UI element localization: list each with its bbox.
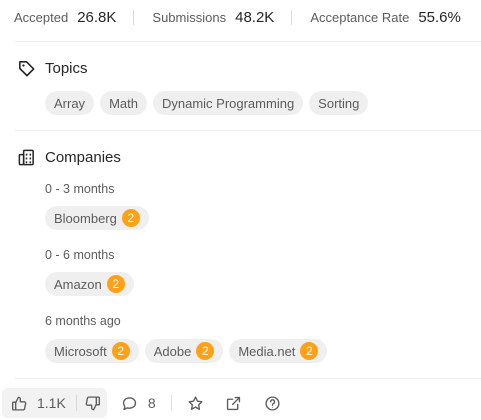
stat-accepted: Accepted 26.8K — [14, 9, 116, 26]
comment-count: 8 — [147, 395, 156, 411]
tag-icon — [19, 61, 35, 77]
stat-value: 55.6% — [418, 8, 461, 26]
topic-tag[interactable]: Dynamic Programming — [152, 91, 304, 115]
count-badge: 2 — [300, 342, 319, 360]
company-tag-microsoft[interactable]: Microsoft 2 — [45, 339, 139, 363]
company-name: Adobe — [153, 343, 192, 359]
topic-tag[interactable]: Array — [45, 91, 95, 115]
topic-tags: Array Math Dynamic Programming Sorting — [45, 91, 369, 115]
company-name: Microsoft — [54, 343, 107, 359]
topics-header[interactable]: Topics — [17, 59, 88, 78]
topics-title: Topics — [45, 60, 88, 77]
company-tags: Bloomberg 2 — [45, 206, 149, 230]
stat-label: Acceptance Rate — [310, 9, 410, 25]
company-tags: Amazon 2 — [45, 272, 134, 296]
count-badge: 2 — [121, 209, 140, 227]
help-button[interactable] — [264, 395, 281, 412]
period-label: 0 - 3 months — [45, 182, 115, 196]
help-icon — [265, 395, 280, 411]
company-tags: Microsoft 2 Adobe 2 Media.net 2 — [45, 339, 328, 363]
divider — [133, 9, 135, 25]
divider — [291, 9, 293, 25]
companies-title: Companies — [45, 149, 121, 166]
stat-label: Accepted — [14, 9, 69, 25]
section-divider — [15, 378, 481, 379]
company-tag-bloomberg[interactable]: Bloomberg 2 — [45, 206, 149, 230]
count-badge: 2 — [196, 342, 215, 360]
divider — [75, 395, 77, 411]
bottom-toolbar: 1.1K 8 — [0, 386, 481, 420]
like-button[interactable]: 1.1K — [11, 395, 76, 412]
company-name: Amazon — [54, 276, 102, 292]
thumbs-down-icon — [85, 395, 100, 410]
section-divider — [15, 130, 481, 131]
company-name: Bloomberg — [54, 210, 117, 226]
stat-label: Submissions — [152, 9, 227, 25]
share-button[interactable] — [225, 395, 242, 412]
company-name: Media.net — [238, 343, 296, 359]
section-divider — [15, 41, 481, 42]
comment-icon — [122, 396, 136, 410]
topic-tag[interactable]: Math — [100, 91, 147, 115]
thumbs-up-icon — [12, 396, 27, 411]
topic-tag[interactable]: Sorting — [309, 91, 369, 115]
company-tag-media-net[interactable]: Media.net 2 — [229, 339, 328, 363]
vote-group: 1.1K — [2, 388, 107, 418]
star-icon — [188, 395, 203, 410]
stats-bar: Accepted 26.8K Submissions 48.2K Accepta… — [0, 0, 481, 34]
comments-button[interactable]: 8 — [121, 395, 156, 412]
company-tag-adobe[interactable]: Adobe 2 — [144, 339, 224, 363]
count-badge: 2 — [111, 342, 130, 360]
period-label: 6 months ago — [45, 314, 121, 328]
building-icon — [18, 149, 34, 166]
stat-value: 26.8K — [77, 8, 117, 26]
companies-header[interactable]: Companies — [17, 148, 121, 167]
external-link-icon — [226, 396, 240, 410]
dislike-button[interactable] — [84, 395, 101, 412]
divider — [170, 395, 172, 411]
stat-value: 48.2K — [235, 8, 275, 26]
company-tag-amazon[interactable]: Amazon 2 — [45, 272, 134, 296]
stat-submissions: Submissions 48.2K — [152, 9, 274, 26]
stat-acceptance-rate: Acceptance Rate 55.6% — [310, 9, 461, 26]
favorite-button[interactable] — [187, 395, 204, 412]
like-count: 1.1K — [37, 395, 66, 411]
count-badge: 2 — [106, 275, 125, 293]
period-label: 0 - 6 months — [45, 248, 115, 262]
